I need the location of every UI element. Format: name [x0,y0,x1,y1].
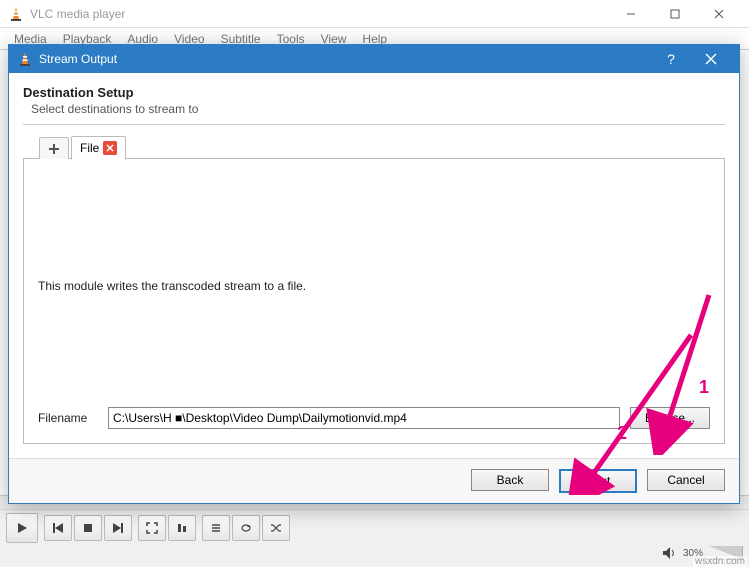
dialog-button-row: Back Next Cancel [9,458,739,503]
dialog-close-button[interactable] [691,45,731,73]
minimize-button[interactable] [609,0,653,28]
dialog-help-button[interactable]: ? [651,45,691,73]
prev-button[interactable] [44,515,72,541]
tab-file-label: File [80,141,99,155]
stream-output-dialog: Stream Output ? Destination Setup Select… [8,44,740,504]
destination-setup-header: Destination Setup [23,85,725,100]
bottom-controls-area: 30% wsxdn.com [0,495,749,567]
stop-button[interactable] [74,515,102,541]
loop-button[interactable] [232,515,260,541]
playlist-button[interactable] [202,515,230,541]
ext-settings-button[interactable] [168,515,196,541]
tab-close-icon[interactable] [103,141,117,155]
vlc-cone-icon [8,6,24,22]
close-button[interactable] [697,0,741,28]
next-button[interactable]: Next [559,469,637,493]
filename-input[interactable] [108,407,620,429]
destination-tab-area: File This module writes the transcoded s… [23,135,725,445]
destination-setup-subheader: Select destinations to stream to [23,100,725,124]
add-destination-button[interactable] [39,137,69,159]
speaker-icon[interactable] [661,545,677,561]
shuffle-button[interactable] [262,515,290,541]
filename-row: Filename Browse... [38,407,710,429]
file-destination-panel: This module writes the transcoded stream… [23,158,725,444]
main-window-title: VLC media player [30,7,609,21]
module-description: This module writes the transcoded stream… [38,279,710,293]
back-button[interactable]: Back [471,469,549,491]
main-titlebar: VLC media player [0,0,749,28]
header-separator [23,124,725,125]
filename-label: Filename [38,411,98,425]
cancel-button[interactable]: Cancel [647,469,725,491]
watermark: wsxdn.com [693,556,747,567]
play-button[interactable] [6,513,38,543]
dialog-titlebar: Stream Output ? [9,45,739,73]
vlc-cone-icon [17,51,33,67]
destination-tabstrip: File [23,135,725,159]
tab-file[interactable]: File [71,136,126,160]
dialog-title: Stream Output [39,52,651,66]
browse-button[interactable]: Browse... [630,407,710,429]
next-button[interactable] [104,515,132,541]
fullscreen-button[interactable] [138,515,166,541]
maximize-button[interactable] [653,0,697,28]
